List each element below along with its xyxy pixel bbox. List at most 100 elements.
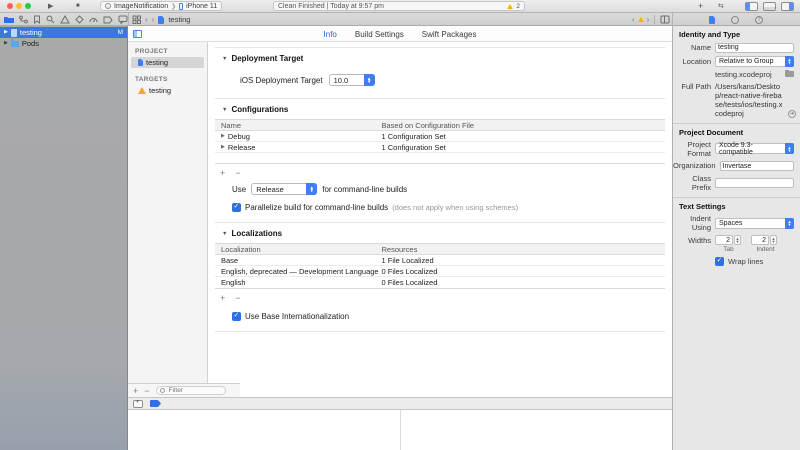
disclosure-down-icon[interactable]: ▼ [222, 231, 227, 237]
command-line-builds-row: Use Release ▲▼ for command-line builds [232, 183, 672, 195]
disclosure-icon[interactable]: ▶ [4, 27, 8, 38]
indent-using-dropdown[interactable]: Spaces ▲▼ [715, 218, 794, 229]
add-button[interactable]: + [220, 167, 225, 179]
disclosure-icon[interactable]: ▶ [221, 142, 225, 153]
targets-section-header: TARGETS [135, 76, 207, 83]
next-issue-button[interactable]: › [647, 13, 650, 26]
location-dropdown[interactable]: Relative to Group ▲▼ [715, 56, 794, 67]
stepper-arrows-icon[interactable]: ▲▼ [770, 235, 777, 245]
wrap-lines-row: Wrap lines [673, 257, 800, 266]
run-button[interactable]: ▶ [48, 0, 53, 13]
code-review-button[interactable]: ⇆ [718, 0, 724, 13]
remove-target-button[interactable]: − [144, 385, 149, 397]
hide-debug-area-icon[interactable] [133, 400, 143, 408]
go-forward-button[interactable]: › [152, 13, 155, 26]
go-back-button[interactable]: ‹ [145, 13, 148, 26]
symbol-navigator-icon[interactable] [33, 15, 41, 24]
debug-split-divider[interactable] [400, 410, 401, 450]
test-navigator-icon[interactable] [75, 15, 84, 24]
name-label: Name [673, 43, 711, 52]
stepper-arrows-icon[interactable]: ▲▼ [734, 235, 741, 245]
sidebar-item-project-testing[interactable]: testing [131, 57, 204, 68]
remove-button[interactable]: − [235, 167, 240, 179]
minimize-window-button[interactable] [16, 3, 22, 9]
library-button[interactable]: + [698, 0, 703, 13]
stop-button[interactable]: ■ [76, 0, 80, 13]
toggle-navigator-button[interactable] [745, 2, 758, 11]
table-row[interactable]: English 0 Files Localized [215, 277, 665, 288]
disclosure-down-icon[interactable]: ▼ [222, 107, 227, 113]
warning-icon[interactable] [507, 4, 513, 9]
open-in-finder-icon[interactable]: ➔ [788, 110, 796, 118]
toggle-debug-area-button[interactable] [763, 2, 776, 11]
warning-count[interactable]: 2 [516, 3, 520, 10]
close-window-button[interactable] [7, 3, 13, 9]
breakpoint-navigator-icon[interactable] [103, 16, 113, 24]
filter-input[interactable] [167, 386, 222, 395]
configurations-table: Name Based on Configuration File ▶Debug … [215, 119, 665, 164]
project-navigator: ▶ testing M ▶ Pods [0, 26, 128, 450]
organization-field[interactable] [720, 161, 794, 171]
previous-issue-button[interactable]: ‹ [632, 13, 635, 26]
wrap-lines-checkbox[interactable] [715, 257, 724, 266]
sidebar-item-target-testing[interactable]: testing [131, 85, 204, 96]
parallelize-checkbox[interactable] [232, 203, 241, 212]
history-inspector-icon[interactable] [731, 16, 739, 24]
table-row[interactable]: English, deprecated — Development Langua… [215, 266, 665, 277]
table-row[interactable]: ▶Release 1 Configuration Set [215, 142, 665, 153]
table-empty-row [215, 153, 665, 163]
tab-info[interactable]: Info [324, 30, 337, 39]
disclosure-down-icon[interactable]: ▼ [222, 56, 227, 62]
tab-swift-packages[interactable]: Swift Packages [422, 30, 477, 39]
scheme-name[interactable]: ImageNotification [114, 3, 168, 10]
divider [128, 13, 129, 26]
full-path-row: Full Path /Users/kans/Desktop/react-nati… [673, 82, 800, 118]
report-navigator-icon[interactable] [118, 15, 128, 24]
editor-options-icon[interactable] [660, 15, 670, 24]
class-prefix-field[interactable] [715, 178, 794, 188]
navigator-item-pods[interactable]: ▶ Pods [0, 38, 127, 49]
find-navigator-icon[interactable] [46, 15, 55, 24]
table-row[interactable]: ▶Debug 1 Configuration Set [215, 131, 665, 142]
tab-overview-icon[interactable] [132, 15, 141, 24]
dropdown-value: Xcode 9.3-compatible [719, 142, 781, 156]
remove-button[interactable]: − [235, 292, 240, 304]
section-deployment-target: ▼ Deployment Target [222, 54, 672, 63]
project-navigator-icon[interactable] [4, 15, 14, 24]
source-control-navigator-icon[interactable] [19, 15, 28, 24]
jump-bar-file[interactable]: testing [168, 15, 190, 24]
ios-deployment-target-dropdown[interactable]: 10.0 ▲▼ [329, 74, 375, 86]
config-file: 1 Configuration Set [382, 132, 666, 141]
chevron-up-down-icon: ▲▼ [306, 183, 317, 195]
run-destination[interactable]: iPhone 11 [186, 3, 217, 10]
tab-build-settings[interactable]: Build Settings [355, 30, 404, 39]
debug-navigator-icon[interactable] [89, 15, 98, 24]
scheme-icon: i [105, 3, 111, 9]
scheme-selector[interactable]: i ImageNotification ❯ iPhone 11 [100, 1, 222, 11]
add-button[interactable]: + [220, 292, 225, 304]
navigator-item-testing[interactable]: ▶ testing M [0, 27, 127, 38]
tab-width-value[interactable]: 2 [715, 235, 733, 245]
folder-icon[interactable] [785, 71, 794, 77]
disclosure-icon[interactable]: ▶ [221, 131, 225, 142]
filter-field[interactable] [156, 386, 226, 395]
breakpoints-toggle-icon[interactable] [150, 400, 161, 407]
add-target-button[interactable]: + [133, 385, 138, 397]
hide-project-sidebar-button[interactable] [133, 30, 142, 38]
toggle-inspector-button[interactable] [781, 2, 794, 11]
indent-width-value[interactable]: 2 [751, 235, 769, 245]
tab-width-stepper[interactable]: 2 ▲▼ [715, 235, 741, 245]
indent-width-stepper[interactable]: 2 ▲▼ [751, 235, 777, 245]
project-format-dropdown[interactable]: Xcode 9.3-compatible ▲▼ [715, 143, 794, 154]
base-internationalization-label: Use Base Internationalization [245, 312, 349, 321]
issue-warning-icon [638, 17, 644, 22]
zoom-window-button[interactable] [25, 3, 31, 9]
base-internationalization-checkbox[interactable] [232, 312, 241, 321]
file-inspector-icon[interactable] [709, 16, 715, 24]
quick-help-inspector-icon[interactable]: ? [755, 16, 763, 24]
issue-navigator-icon[interactable] [60, 15, 70, 24]
disclosure-icon[interactable]: ▶ [4, 38, 8, 49]
table-row[interactable]: Base 1 File Localized [215, 255, 665, 266]
command-line-config-dropdown[interactable]: Release ▲▼ [251, 183, 317, 195]
name-field[interactable] [715, 43, 794, 53]
